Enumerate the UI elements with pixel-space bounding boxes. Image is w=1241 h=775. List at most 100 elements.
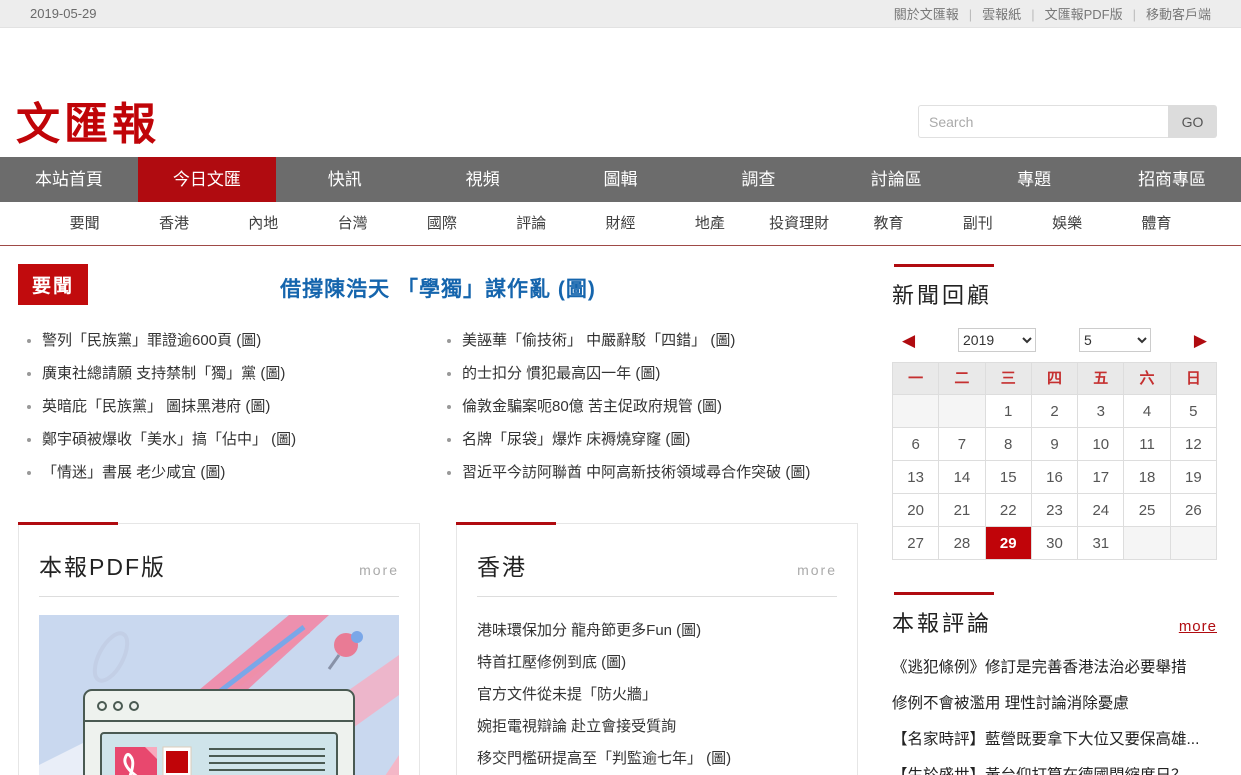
main-nav-item[interactable]: 本站首頁 [0, 157, 138, 202]
main-nav-item[interactable]: 快訊 [276, 157, 414, 202]
calendar-day-cell[interactable]: 18 [1124, 461, 1170, 494]
commentary-item[interactable]: 【生於盛世】黃台仰打算在德國閃縮度日？ [892, 758, 1217, 775]
sub-nav-item[interactable]: 國際 [397, 202, 486, 245]
sub-nav-item[interactable]: 娛樂 [1022, 202, 1111, 245]
headline-list-item[interactable]: 「情迷」書展 老少咸宜 (圖) [42, 456, 438, 489]
prev-month-icon[interactable]: ◀ [902, 332, 915, 349]
sub-nav-item[interactable]: 副刊 [933, 202, 1022, 245]
commentary-title: 本報評論 [892, 606, 992, 638]
lead-headline[interactable]: 借撐陳浩天 「學獨」謀作亂 (圖) [18, 264, 858, 303]
headline-list-item[interactable]: 鄭宇碩被爆收「美水」搞「佔中」 (圖) [42, 423, 438, 456]
calendar-day-cell[interactable]: 28 [939, 527, 985, 560]
calendar-day-cell[interactable]: 19 [1171, 461, 1217, 494]
section-badge[interactable]: 要聞 [18, 264, 88, 305]
calendar-day-cell[interactable] [1124, 527, 1170, 560]
calendar-day-cell[interactable]: 16 [1032, 461, 1078, 494]
masthead: 文匯報 GO [0, 28, 1241, 157]
main-nav-item[interactable]: 今日文匯 [138, 157, 276, 202]
main-nav-item[interactable]: 視頻 [414, 157, 552, 202]
commentary-more-link[interactable]: more [1179, 618, 1217, 635]
calendar-day-cell[interactable]: 25 [1124, 494, 1170, 527]
hongkong-panel-title[interactable]: 香港 [477, 548, 527, 582]
calendar-day-cell[interactable]: 17 [1078, 461, 1124, 494]
hongkong-news-item[interactable]: 移交門檻研提高至「判監逾七年」 (圖) [477, 743, 837, 775]
calendar-day-cell[interactable]: 7 [939, 428, 985, 461]
calendar-day-cell[interactable]: 6 [893, 428, 939, 461]
calendar-day-cell[interactable]: 13 [893, 461, 939, 494]
calendar-day-cell[interactable]: 23 [1032, 494, 1078, 527]
page: 2019-05-29 關於文匯報雲報紙文匯報PDF版移動客戶端 文匯報 GO 本… [0, 0, 1241, 775]
main-nav-item[interactable]: 招商專區 [1103, 157, 1241, 202]
calendar-day-cell[interactable]: 8 [986, 428, 1032, 461]
calendar-day-cell[interactable]: 3 [1078, 395, 1124, 428]
sub-nav-item[interactable]: 財經 [576, 202, 665, 245]
calendar-day-cell[interactable]: 22 [986, 494, 1032, 527]
calendar-day-cell[interactable]: 30 [1032, 527, 1078, 560]
main-nav-item[interactable]: 調查 [689, 157, 827, 202]
calendar-day-cell[interactable]: 27 [893, 527, 939, 560]
sub-nav-item[interactable]: 教育 [844, 202, 933, 245]
sub-nav-item[interactable]: 要聞 [40, 202, 129, 245]
pdf-panel-more-link[interactable]: more [359, 562, 399, 578]
calendar-day-cell[interactable] [1171, 527, 1217, 560]
hongkong-news-item[interactable]: 港味環保加分 龍舟節更多Fun (圖) [477, 615, 837, 647]
search-go-button[interactable]: GO [1168, 105, 1217, 138]
headline-list-item[interactable]: 廣東社總請願 支持禁制「獨」黨 (圖) [42, 357, 438, 390]
calendar-day-cell[interactable]: 15 [986, 461, 1032, 494]
top-link[interactable]: 雲報紙 [959, 4, 1021, 23]
main-nav-item[interactable]: 專題 [965, 157, 1103, 202]
main-nav-item[interactable]: 圖輯 [552, 157, 690, 202]
top-link[interactable]: 移動客戶端 [1123, 4, 1211, 23]
calendar-day-cell[interactable]: 14 [939, 461, 985, 494]
sub-nav-item[interactable]: 體育 [1112, 202, 1201, 245]
calendar-day-cell[interactable]: 12 [1171, 428, 1217, 461]
sub-nav-item[interactable]: 地產 [665, 202, 754, 245]
next-month-icon[interactable]: ▶ [1194, 332, 1207, 349]
headline-list-item[interactable]: 的士扣分 慣犯最高囚一年 (圖) [462, 357, 858, 390]
sub-nav-item[interactable]: 投資理財 [755, 202, 844, 245]
calendar-day-cell[interactable]: 9 [1032, 428, 1078, 461]
month-select[interactable]: 5 [1079, 328, 1151, 352]
calendar-day-cell[interactable]: 11 [1124, 428, 1170, 461]
pdf-preview-illustration[interactable] [39, 615, 399, 775]
calendar-day-cell[interactable]: 1 [986, 395, 1032, 428]
commentary-item[interactable]: 【名家時評】藍營既要拿下大位又要保高雄... [892, 722, 1217, 758]
headline-list-item[interactable]: 英暗庇「民族黨」 圖抹黑港府 (圖) [42, 390, 438, 423]
commentary-list: 《逃犯條例》修訂是完善香港法治必要舉措修例不會被濫用 理性討論消除憂慮【名家時評… [892, 650, 1217, 775]
headline-list-item[interactable]: 警列「民族黨」罪證逾600頁 (圖) [42, 324, 438, 357]
hongkong-news-item[interactable]: 特首扛壓修例到底 (圖) [477, 647, 837, 679]
hongkong-panel-more-link[interactable]: more [797, 562, 837, 578]
headline-list-item[interactable]: 名牌「尿袋」爆炸 床褥燒穿窿 (圖) [462, 423, 858, 456]
sub-nav-item[interactable]: 台灣 [308, 202, 397, 245]
headline-list-item[interactable]: 美誣華「偷技術」 中嚴辭駁「四錯」 (圖) [462, 324, 858, 357]
sub-nav-item[interactable]: 內地 [219, 202, 308, 245]
calendar-day-cell[interactable] [939, 395, 985, 428]
calendar-day-cell[interactable]: 29 [986, 527, 1032, 560]
top-link[interactable]: 文匯報PDF版 [1021, 4, 1122, 23]
sub-nav-item[interactable]: 香港 [129, 202, 218, 245]
headline-list-item[interactable]: 習近平今訪阿聯酋 中阿高新技術領域尋合作突破 (圖) [462, 456, 858, 489]
calendar-day-cell[interactable]: 31 [1078, 527, 1124, 560]
commentary-item[interactable]: 《逃犯條例》修訂是完善香港法治必要舉措 [892, 650, 1217, 686]
site-logo[interactable]: 文匯報 [16, 88, 160, 152]
commentary-item[interactable]: 修例不會被濫用 理性討論消除憂慮 [892, 686, 1217, 722]
calendar-day-cell[interactable]: 20 [893, 494, 939, 527]
year-select[interactable]: 2019 [958, 328, 1036, 352]
sub-nav-item[interactable]: 評論 [487, 202, 576, 245]
hongkong-news-item[interactable]: 官方文件從未提「防火牆」 [477, 679, 837, 711]
main-nav-item[interactable]: 討論區 [827, 157, 965, 202]
calendar-day-cell[interactable]: 4 [1124, 395, 1170, 428]
calendar-day-cell[interactable]: 24 [1078, 494, 1124, 527]
search-input[interactable] [918, 105, 1168, 138]
calendar-day-cell[interactable]: 2 [1032, 395, 1078, 428]
pdf-panel-title[interactable]: 本報PDF版 [39, 548, 166, 582]
calendar-day-cell[interactable]: 26 [1171, 494, 1217, 527]
top-link[interactable]: 關於文匯報 [894, 4, 959, 23]
calendar-day-cell[interactable]: 10 [1078, 428, 1124, 461]
calendar-day-cell[interactable]: 21 [939, 494, 985, 527]
hongkong-news-item[interactable]: 婉拒電視辯論 赴立會接受質詢 [477, 711, 837, 743]
calendar-day-cell[interactable] [893, 395, 939, 428]
headline-list-item[interactable]: 倫敦金騙案呃80億 苦主促政府規管 (圖) [462, 390, 858, 423]
calendar-day-cell[interactable]: 5 [1171, 395, 1217, 428]
headline-list-left: 警列「民族黨」罪證逾600頁 (圖)廣東社總請願 支持禁制「獨」黨 (圖)英暗庇… [18, 324, 438, 489]
